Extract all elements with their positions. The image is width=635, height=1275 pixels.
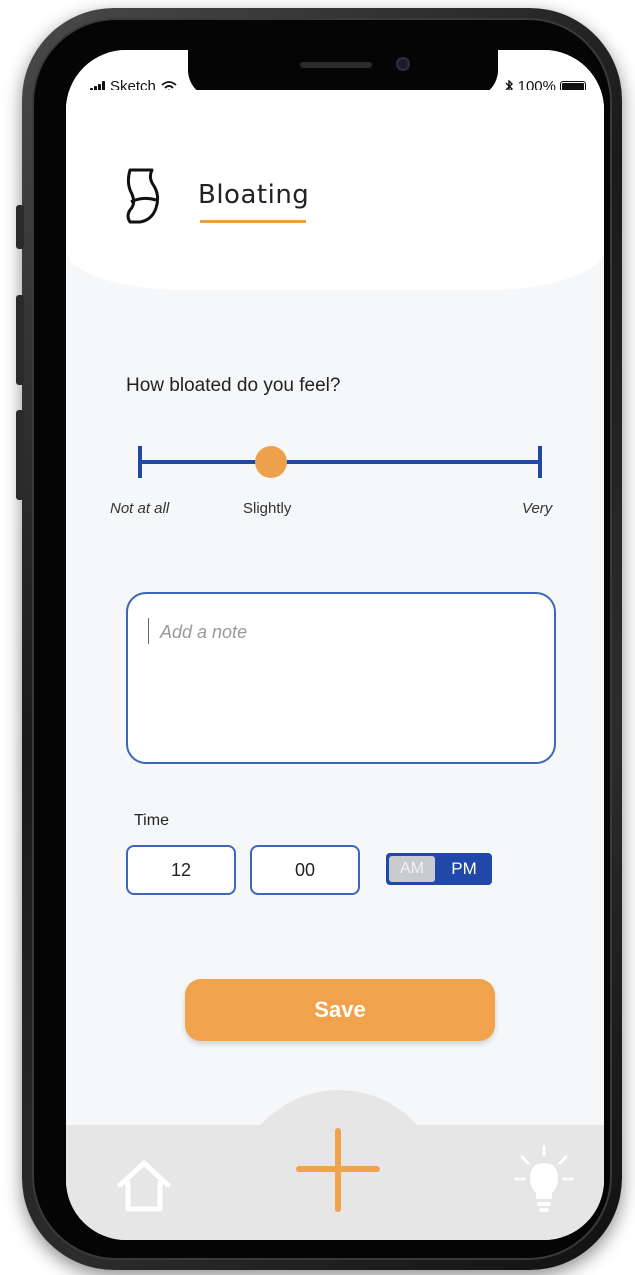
note-field[interactable]: Add a note (126, 592, 556, 764)
volume-down-button (16, 410, 24, 500)
slider-knob[interactable] (255, 446, 288, 478)
note-placeholder: Add a note (160, 622, 248, 642)
am-option[interactable]: AM (389, 856, 435, 882)
text-caret (148, 618, 149, 644)
add-icon-vertical (335, 1128, 341, 1212)
pm-option[interactable]: PM (440, 856, 488, 882)
slider-min-cap (138, 446, 142, 478)
add-icon[interactable] (296, 1128, 380, 1212)
save-button[interactable]: Save (185, 979, 495, 1041)
app-screen: Sketch 100% Bloating How bloated do you … (66, 50, 604, 1240)
stomach-icon (126, 168, 160, 224)
volume-up-button (16, 295, 24, 385)
slider-label-mid: Slightly (243, 500, 292, 517)
slider-label-min: Not at all (110, 500, 170, 517)
page-title: Bloating (198, 180, 310, 210)
hour-field[interactable]: 12 (126, 845, 236, 895)
lightbulb-icon[interactable] (514, 1145, 574, 1215)
mute-switch (16, 205, 24, 249)
slider-label-max: Very (522, 500, 553, 517)
slider-max-cap (538, 446, 542, 478)
front-camera (396, 57, 410, 71)
bloating-question: How bloated do you feel? (126, 375, 341, 396)
minute-field[interactable]: 00 (250, 845, 360, 895)
home-icon[interactable] (114, 1155, 174, 1215)
title-underline (200, 220, 306, 223)
slider-track[interactable] (138, 460, 542, 464)
am-pm-toggle[interactable]: AM PM (386, 853, 492, 885)
speaker-grille (300, 62, 372, 68)
bloating-slider[interactable] (138, 446, 542, 478)
time-label: Time (134, 812, 169, 829)
